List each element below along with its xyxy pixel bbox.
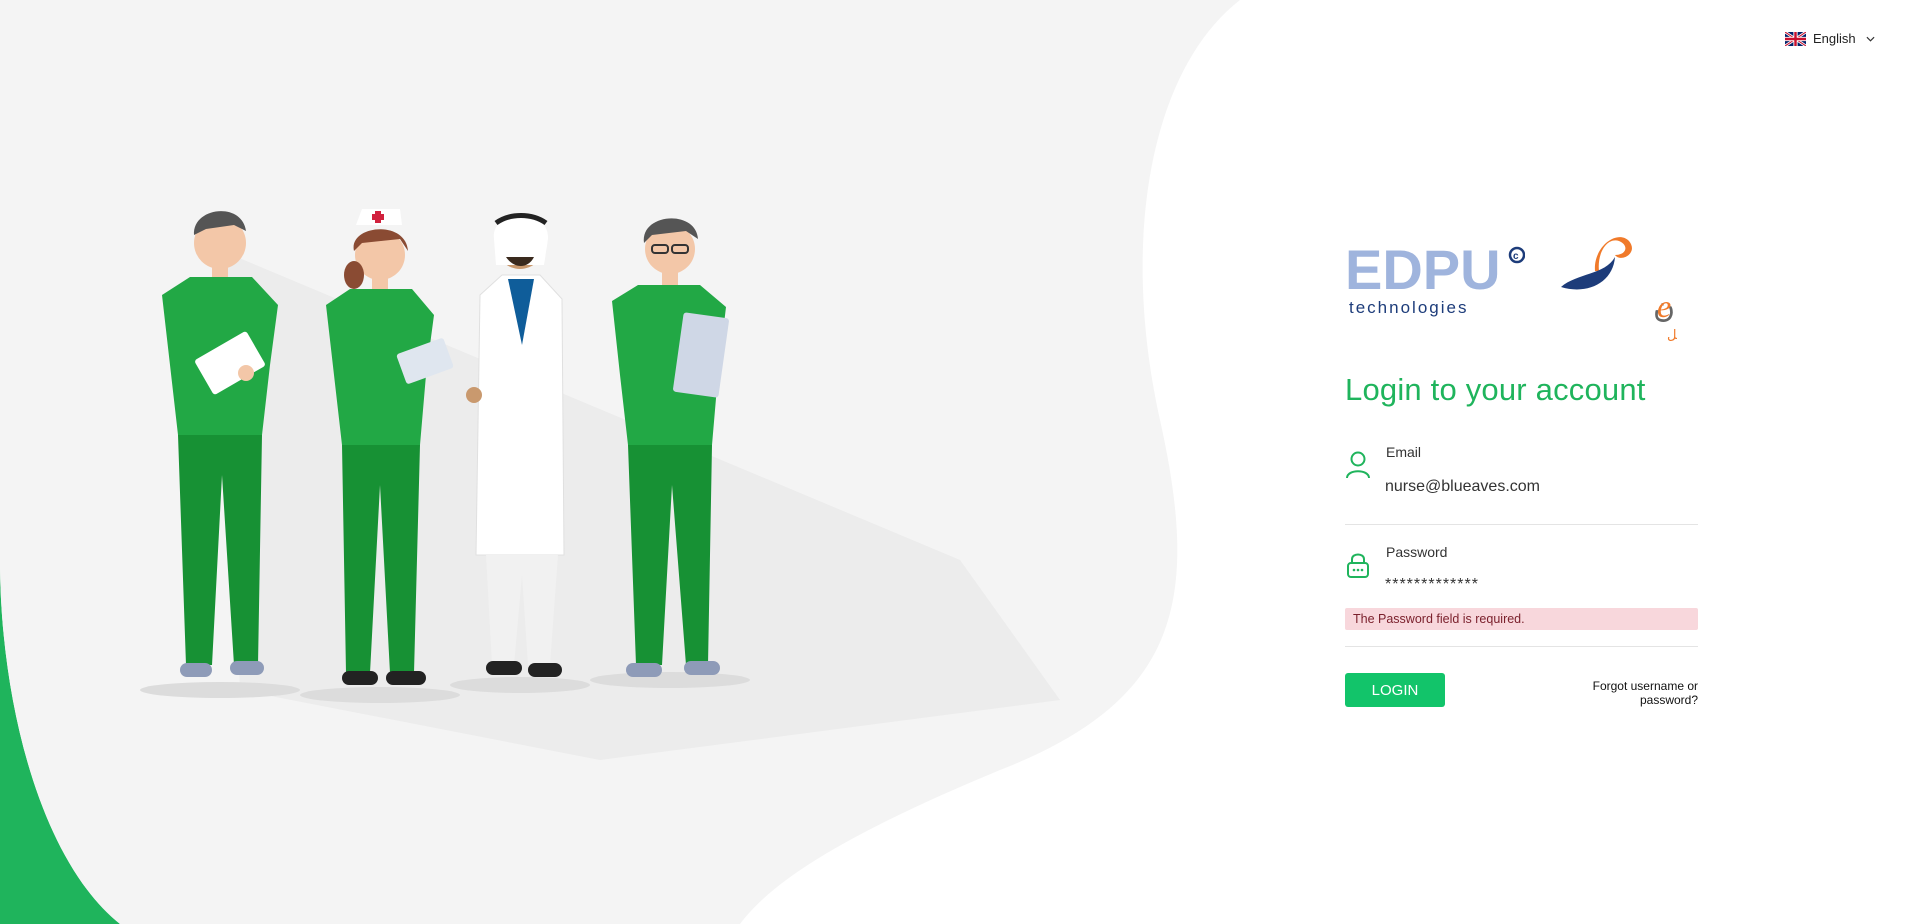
login-title: Login to your account xyxy=(1345,372,1646,407)
email-field: Email xyxy=(1345,440,1698,525)
login-button[interactable]: LOGIN xyxy=(1345,673,1445,707)
password-field: Password The Password field is required. xyxy=(1345,540,1698,647)
brand-logos: EDPU c technologies اطمئنان e الفحص الدو… xyxy=(1345,217,1685,347)
chevron-down-icon xyxy=(1866,36,1875,42)
password-error-message: The Password field is required. xyxy=(1345,608,1698,630)
male-nurse-clipboard-figure xyxy=(612,218,729,677)
edpu-subtitle: technologies xyxy=(1349,298,1468,317)
svg-text:e: e xyxy=(1657,288,1671,324)
lock-icon xyxy=(1347,553,1369,578)
etmi-subtitle: الفحص الدوري الشامل xyxy=(1667,328,1677,343)
female-nurse-figure xyxy=(326,209,454,685)
edpu-logo: EDPU c technologies xyxy=(1345,245,1525,317)
male-nurse-figure xyxy=(162,211,278,677)
uk-flag-icon xyxy=(1785,31,1806,46)
etmi-logo: اطمئنان e الفحص الدوري الشامل xyxy=(1561,237,1677,343)
medical-staff-illustration xyxy=(140,209,750,703)
language-label: English xyxy=(1813,31,1856,46)
email-input[interactable] xyxy=(1385,476,1685,498)
password-input[interactable] xyxy=(1385,574,1685,596)
edpu-wordmark: EDPU xyxy=(1345,245,1501,301)
email-label: Email xyxy=(1386,444,1422,460)
language-selector[interactable]: English xyxy=(1785,31,1875,46)
user-icon xyxy=(1346,451,1370,479)
doctor-figure xyxy=(466,213,565,677)
forgot-credentials-link[interactable]: Forgot username or password? xyxy=(1533,679,1698,707)
password-label: Password xyxy=(1386,544,1448,560)
